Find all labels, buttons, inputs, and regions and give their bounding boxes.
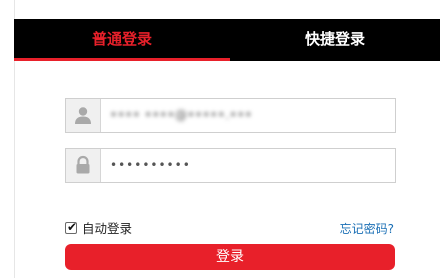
forgot-password-link[interactable]: 忘记密码? (340, 221, 394, 237)
tab-quick-login[interactable]: 快捷登录 (230, 19, 440, 61)
username-field[interactable]: •••• ••••@•••••.••• (65, 98, 396, 133)
active-tab-indicator (14, 58, 230, 61)
check-icon: ✔ (67, 220, 78, 234)
login-tab-bar: 普通登录 快捷登录 (14, 19, 440, 61)
tab-normal-login[interactable]: 普通登录 (14, 19, 230, 61)
lock-icon (66, 149, 101, 182)
user-icon (66, 99, 101, 132)
tab-normal-login-label: 普通登录 (91, 30, 152, 48)
auto-login-label: 自动登录 (82, 221, 133, 236)
password-value: •••••••••• (110, 158, 191, 172)
username-value: •••• ••••@•••••.••• (110, 108, 253, 122)
tab-quick-login-label: 快捷登录 (304, 30, 365, 48)
login-button[interactable]: 登录 (65, 244, 395, 270)
auto-login-checkbox[interactable]: ✔ (65, 220, 78, 234)
password-field[interactable]: •••••••••• (65, 148, 396, 183)
